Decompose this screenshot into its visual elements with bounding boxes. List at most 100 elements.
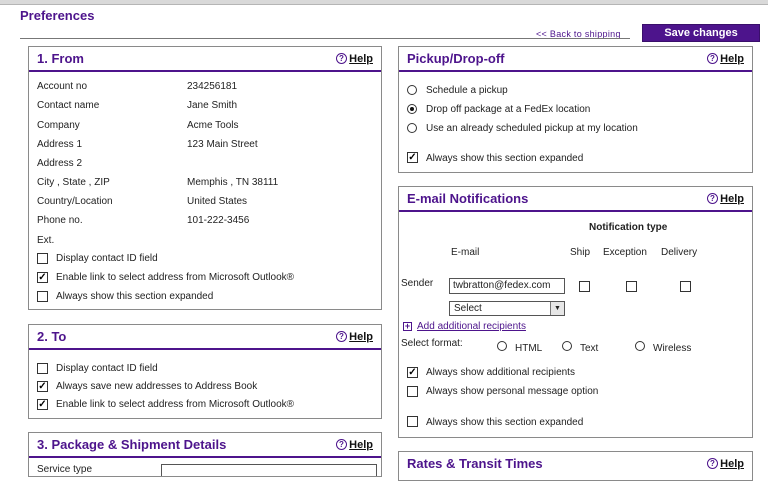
help-icon: ? <box>707 458 718 469</box>
field-label-address-1: Address 1 <box>37 139 83 150</box>
rates-panel: Rates & Transit Times ? Help <box>398 451 753 481</box>
email-help-link[interactable]: Help <box>720 193 744 205</box>
help-icon: ? <box>707 193 718 204</box>
field-value-city-state-zip: Memphis , TN 38111 <box>187 177 279 188</box>
package-panel-title: 3. Package & Shipment Details <box>37 437 227 452</box>
show-recipients-label: Always show additional recipients <box>426 367 575 378</box>
field-value-country: United States <box>187 196 248 207</box>
sender-label: Sender <box>401 278 434 289</box>
service-type-select[interactable] <box>161 464 377 476</box>
col-delivery-header: Delivery <box>661 247 698 258</box>
pickup-panel-header: Pickup/Drop-off ? Help <box>399 47 752 72</box>
pickup-help-link[interactable]: Help <box>720 53 744 65</box>
help-icon: ? <box>336 53 347 64</box>
sender-ship-checkbox[interactable] <box>579 281 590 292</box>
field-label-ext: Ext. <box>37 235 55 246</box>
show-recipients-checkbox[interactable]: ✓ <box>407 367 418 378</box>
field-value-phone: 101-222-3456 <box>187 215 250 226</box>
sender-email-input[interactable]: twbratton@fedex.com <box>449 278 565 294</box>
pickup-always-expanded-label: Always show this section expanded <box>426 153 584 164</box>
col-ship-header: Ship <box>570 247 591 258</box>
from-always-expanded-label: Always show this section expanded <box>56 291 214 302</box>
to-enable-outlook-label: Enable link to select address from Micro… <box>56 399 295 410</box>
format-wireless-radio[interactable] <box>635 341 645 351</box>
to-panel-title: 2. To <box>37 329 67 344</box>
email-panel-header: E-mail Notifications ? Help <box>399 187 752 212</box>
email-panel: E-mail Notifications ? Help Notification… <box>398 186 753 438</box>
help-icon: ? <box>336 439 347 450</box>
language-select-value: Select <box>454 303 482 314</box>
to-enable-outlook-checkbox[interactable]: ✓ <box>37 399 48 410</box>
drop-off-label: Drop off package at a FedEx location <box>426 104 591 115</box>
field-label-company: Company <box>37 120 80 131</box>
show-personal-message-checkbox[interactable] <box>407 386 418 397</box>
from-display-contact-id-checkbox[interactable] <box>37 253 48 264</box>
to-display-contact-id-label: Display contact ID field <box>56 363 158 374</box>
pickup-panel-title: Pickup/Drop-off <box>407 51 505 66</box>
header-divider <box>20 38 630 39</box>
package-help-link[interactable]: Help <box>349 439 373 451</box>
package-panel-header: 3. Package & Shipment Details ? Help <box>29 433 381 458</box>
field-label-phone: Phone no. <box>37 215 83 226</box>
page-title: Preferences <box>20 8 95 23</box>
from-panel-header: 1. From ? Help <box>29 47 381 72</box>
format-text-label: Text <box>580 343 599 354</box>
save-changes-button[interactable]: Save changes <box>642 24 760 42</box>
show-personal-message-label: Always show personal message option <box>426 386 599 397</box>
service-type-label: Service type <box>37 464 93 475</box>
field-label-contact-name: Contact name <box>37 100 100 111</box>
email-always-expanded-checkbox[interactable] <box>407 416 418 427</box>
email-always-expanded-label: Always show this section expanded <box>426 417 584 428</box>
field-value-address-1: 123 Main Street <box>187 139 258 150</box>
pickup-panel: Pickup/Drop-off ? Help Schedule a pickup… <box>398 46 753 173</box>
col-email-header: E-mail <box>451 247 480 258</box>
browser-top-strip <box>0 0 768 5</box>
to-display-contact-id-checkbox[interactable] <box>37 363 48 374</box>
from-panel: 1. From ? Help Account no 234256181 Cont… <box>28 46 382 310</box>
field-label-address-2: Address 2 <box>37 158 83 169</box>
add-recipients-link[interactable]: Add additional recipients <box>417 321 526 332</box>
from-display-contact-id-label: Display contact ID field <box>56 253 158 264</box>
scheduled-pickup-radio[interactable] <box>407 123 417 133</box>
email-panel-title: E-mail Notifications <box>407 191 529 206</box>
add-icon: + <box>403 321 412 331</box>
from-enable-outlook-label: Enable link to select address from Micro… <box>56 272 295 283</box>
field-value-company: Acme Tools <box>187 120 239 131</box>
col-exception-header: Exception <box>603 247 647 258</box>
from-enable-outlook-checkbox[interactable]: ✓ <box>37 272 48 283</box>
field-label-country: Country/Location <box>37 196 113 207</box>
rates-help-link[interactable]: Help <box>720 458 744 470</box>
from-help-link[interactable]: Help <box>349 53 373 65</box>
from-always-expanded-checkbox[interactable] <box>37 291 48 302</box>
to-save-address-book-label: Always save new addresses to Address Boo… <box>56 381 258 392</box>
rates-panel-header: Rates & Transit Times ? Help <box>399 452 752 477</box>
sender-delivery-checkbox[interactable] <box>680 281 691 292</box>
format-wireless-label: Wireless <box>653 343 692 354</box>
format-text-radio[interactable] <box>562 341 572 351</box>
schedule-pickup-radio[interactable] <box>407 85 417 95</box>
to-panel-header: 2. To ? Help <box>29 325 381 350</box>
drop-off-radio[interactable] <box>407 104 417 114</box>
field-value-account-no: 234256181 <box>187 81 238 92</box>
rates-panel-title: Rates & Transit Times <box>407 456 543 471</box>
sender-exception-checkbox[interactable] <box>626 281 637 292</box>
scheduled-pickup-label: Use an already scheduled pickup at my lo… <box>426 123 638 134</box>
schedule-pickup-label: Schedule a pickup <box>426 85 508 96</box>
format-html-radio[interactable] <box>497 341 507 351</box>
help-icon: ? <box>336 331 347 342</box>
to-save-address-book-checkbox[interactable]: ✓ <box>37 381 48 392</box>
to-help-link[interactable]: Help <box>349 331 373 343</box>
pickup-always-expanded-checkbox[interactable]: ✓ <box>407 152 418 163</box>
field-value-contact-name: Jane Smith <box>187 100 238 111</box>
field-label-account-no: Account no <box>37 81 88 92</box>
field-label-city-state-zip: City , State , ZIP <box>37 177 110 188</box>
help-icon: ? <box>707 53 718 64</box>
package-panel: 3. Package & Shipment Details ? Help Ser… <box>28 432 382 477</box>
chevron-down-icon: ▼ <box>550 302 564 315</box>
notification-type-heading: Notification type <box>589 222 668 233</box>
to-panel: 2. To ? Help Display contact ID field ✓ … <box>28 324 382 419</box>
language-select[interactable]: Select ▼ <box>449 301 565 316</box>
format-html-label: HTML <box>515 343 543 354</box>
select-format-label: Select format: <box>401 338 463 349</box>
from-panel-title: 1. From <box>37 51 84 66</box>
